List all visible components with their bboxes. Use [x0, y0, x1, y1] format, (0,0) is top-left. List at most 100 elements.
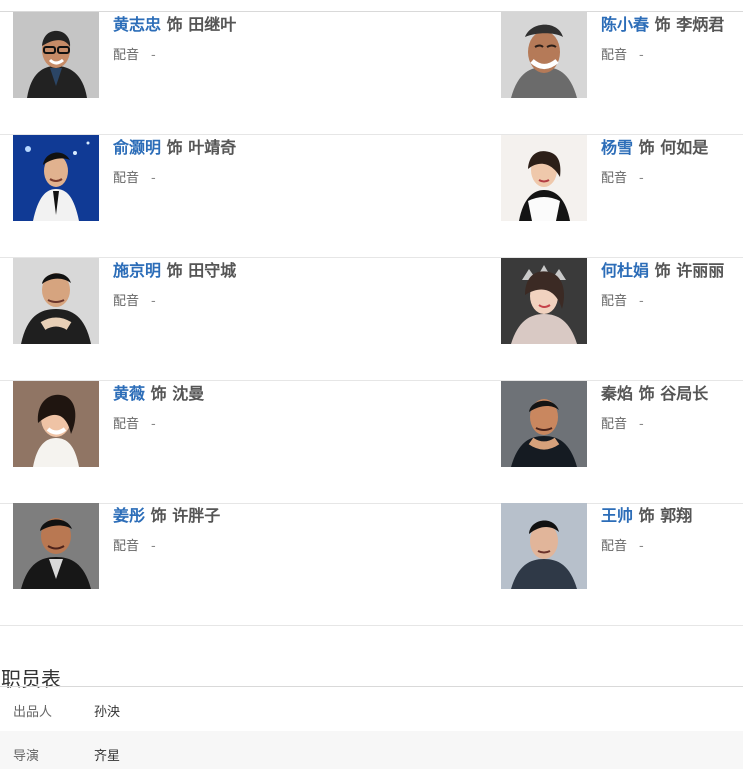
cast-card: 王帅 饰 郭翔 配音 -	[501, 503, 743, 626]
role-separator: 饰	[166, 15, 183, 34]
actor-role-line: 俞灏明 饰 叶靖奇	[113, 137, 236, 159]
voice-label: 配音	[113, 294, 140, 309]
actor-photo[interactable]	[13, 12, 99, 98]
actor-role-line: 何杜娟 饰 许丽丽	[601, 260, 724, 282]
actor-portrait-image	[13, 381, 99, 467]
voice-actor-line: 配音 -	[601, 167, 644, 186]
cast-card: 秦焰 饰 谷局长 配音 -	[501, 381, 743, 504]
actor-role-line: 施京明 饰 田守城	[113, 260, 236, 282]
voice-value: -	[151, 171, 156, 186]
actor-portrait-image	[13, 258, 99, 344]
role-separator: 饰	[654, 15, 671, 34]
voice-label: 配音	[601, 171, 628, 186]
character-name: 何如是	[660, 138, 709, 157]
actor-role-line: 秦焰 饰 谷局长	[601, 383, 708, 405]
voice-value: -	[639, 539, 644, 554]
cast-row: 黄薇 饰 沈曼 配音 - 秦焰 饰 谷局长 配音 -	[0, 381, 743, 504]
staff-role-label: 出品人	[13, 705, 53, 720]
voice-actor-line: 配音 -	[113, 413, 156, 432]
voice-label: 配音	[601, 417, 628, 432]
staff-person-name: 孙泱	[94, 705, 121, 720]
actor-name-link[interactable]: 俞灏明	[113, 138, 161, 157]
voice-actor-line: 配音 -	[113, 44, 156, 63]
actor-portrait-image	[501, 381, 587, 467]
voice-value: -	[151, 539, 156, 554]
actor-role-line: 杨雪 饰 何如是	[601, 137, 708, 159]
cast-card: 姜彤 饰 许胖子 配音 -	[13, 503, 443, 626]
cast-row: 姜彤 饰 许胖子 配音 - 王帅 饰 郭翔 配音 -	[0, 503, 743, 626]
actor-name-link[interactable]: 王帅	[601, 506, 633, 525]
character-name: 沈曼	[172, 384, 205, 403]
voice-label: 配音	[113, 417, 140, 432]
role-separator: 饰	[166, 138, 183, 157]
actor-name-link[interactable]: 陈小春	[601, 15, 649, 34]
actor-photo[interactable]	[501, 503, 587, 589]
voice-actor-line: 配音 -	[113, 167, 156, 186]
actor-role-line: 姜彤 饰 许胖子	[113, 505, 220, 527]
cast-card: 陈小春 饰 李炳君 配音 -	[501, 12, 743, 135]
cast-row: 施京明 饰 田守城 配音 - 何杜娟 饰 许丽丽 配音 -	[0, 258, 743, 381]
voice-label: 配音	[601, 48, 628, 63]
actor-portrait-image	[501, 12, 587, 98]
actor-name-link[interactable]: 姜彤	[113, 506, 145, 525]
voice-label: 配音	[601, 294, 628, 309]
role-separator: 饰	[638, 506, 655, 525]
actor-photo[interactable]	[501, 135, 587, 221]
actor-portrait-image	[501, 503, 587, 589]
staff-person-name: 齐星	[94, 749, 121, 764]
character-name: 田守城	[188, 261, 237, 280]
cast-row: 俞灏明 饰 叶靖奇 配音 - 杨雪 饰 何如是 配音 -	[0, 135, 743, 258]
actor-role-line: 王帅 饰 郭翔	[601, 505, 692, 527]
staff-row: 出品人 孙泱	[0, 687, 743, 730]
actor-photo[interactable]	[13, 503, 99, 589]
actor-name-text: 秦焰	[601, 384, 634, 403]
actor-photo[interactable]	[501, 381, 587, 467]
role-separator: 饰	[150, 506, 167, 525]
cast-card: 杨雪 饰 何如是 配音 -	[501, 135, 743, 258]
actor-photo[interactable]	[13, 135, 99, 221]
actor-name-link[interactable]: 施京明	[113, 261, 161, 280]
cast-row: 黄志忠 饰 田继叶 配音 - 陈小春 饰 李炳君 配音 -	[0, 12, 743, 135]
actor-portrait-image	[13, 135, 99, 221]
voice-value: -	[639, 171, 644, 186]
role-separator: 饰	[654, 261, 671, 280]
actor-portrait-image	[13, 503, 99, 589]
character-name: 许胖子	[172, 506, 221, 525]
actor-role-line: 黄薇 饰 沈曼	[113, 383, 204, 405]
actor-name-link[interactable]: 黄志忠	[113, 15, 161, 34]
cast-and-staff-page: 黄志忠 饰 田继叶 配音 - 陈小春 饰 李炳君 配音 - 俞灏明 饰 叶靖奇 …	[0, 0, 743, 769]
voice-value: -	[639, 417, 644, 432]
actor-name-link[interactable]: 何杜娟	[601, 261, 649, 280]
cast-card: 黄薇 饰 沈曼 配音 -	[13, 381, 443, 504]
voice-actor-line: 配音 -	[601, 290, 644, 309]
voice-actor-line: 配音 -	[601, 413, 644, 432]
actor-portrait-image	[13, 12, 99, 98]
cast-card: 黄志忠 饰 田继叶 配音 -	[13, 12, 443, 135]
character-name: 叶靖奇	[188, 138, 237, 157]
character-name: 郭翔	[660, 506, 693, 525]
character-name: 谷局长	[660, 384, 709, 403]
voice-actor-line: 配音 -	[601, 535, 644, 554]
voice-label: 配音	[601, 539, 628, 554]
actor-photo[interactable]	[13, 258, 99, 344]
actor-role-line: 黄志忠 饰 田继叶	[113, 14, 236, 36]
cast-card: 施京明 饰 田守城 配音 -	[13, 258, 443, 381]
actor-photo[interactable]	[501, 258, 587, 344]
voice-value: -	[639, 48, 644, 63]
role-separator: 饰	[638, 138, 655, 157]
voice-value: -	[151, 294, 156, 309]
voice-value: -	[639, 294, 644, 309]
character-name: 李炳君	[676, 15, 725, 34]
voice-value: -	[151, 48, 156, 63]
actor-photo[interactable]	[501, 12, 587, 98]
role-separator: 饰	[150, 384, 167, 403]
voice-actor-line: 配音 -	[113, 290, 156, 309]
role-separator: 饰	[166, 261, 183, 280]
staff-row: 导演 齐星	[0, 731, 743, 769]
voice-actor-line: 配音 -	[601, 44, 644, 63]
actor-name-link[interactable]: 黄薇	[113, 384, 145, 403]
actor-photo[interactable]	[13, 381, 99, 467]
actor-name-link[interactable]: 杨雪	[601, 138, 633, 157]
character-name: 许丽丽	[676, 261, 725, 280]
voice-label: 配音	[113, 48, 140, 63]
